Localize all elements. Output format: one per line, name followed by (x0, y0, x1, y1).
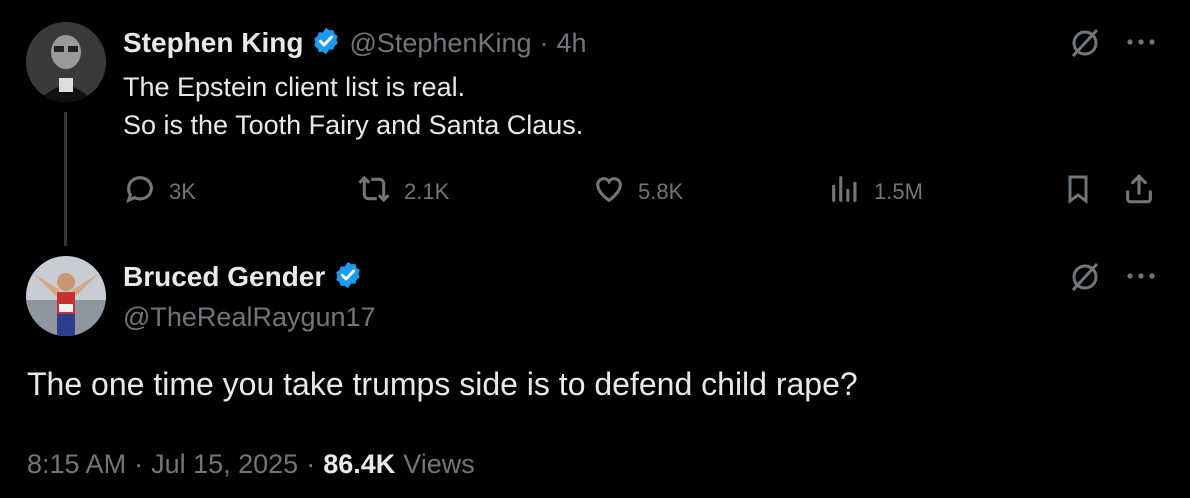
tweet-time[interactable]: 8:15 AM (27, 449, 126, 480)
parent-tweet-header: Stephen King @StephenKing · 4h (123, 24, 587, 62)
more-icon[interactable] (1124, 34, 1158, 55)
author-name[interactable]: Bruced Gender (123, 261, 325, 293)
like-count: 5.8K (638, 179, 684, 204)
thread-line (64, 112, 67, 246)
author-handle[interactable]: @TheRealRaygun17 (123, 302, 376, 333)
stephen-king-avatar[interactable] (26, 22, 106, 102)
views-count: 1.5M (874, 179, 923, 204)
main-tweet-header: Bruced Gender (123, 258, 363, 296)
more-icon[interactable] (1124, 268, 1158, 289)
main-tweet-text: The one time you take trumps side is to … (27, 366, 858, 402)
parent-tweet-text: The Epstein client list is real. So is t… (123, 68, 583, 144)
timestamp[interactable]: 4h (557, 28, 587, 59)
verified-badge-icon (311, 26, 341, 61)
separator: · (539, 27, 549, 58)
tweet-line: So is the Tooth Fairy and Santa Claus. (123, 110, 584, 140)
separator: · (134, 449, 144, 479)
like-button[interactable]: 5.8K (592, 172, 683, 212)
views-count: 86.4K (323, 449, 396, 479)
share-icon[interactable] (1122, 172, 1156, 206)
tweet-line: The Epstein client list is real. (123, 72, 466, 102)
views-label: Views (403, 449, 475, 479)
bruced-gender-avatar[interactable] (26, 256, 106, 336)
repost-button[interactable]: 2.1K (356, 172, 449, 212)
repost-count: 2.1K (404, 179, 450, 204)
author-name[interactable]: Stephen King (123, 27, 303, 59)
reply-count: 3K (169, 179, 196, 204)
bookmark-icon[interactable] (1062, 172, 1094, 206)
reply-button[interactable]: 3K (123, 172, 196, 212)
views-button[interactable]: 1.5M (828, 172, 923, 212)
repost-icon (356, 172, 392, 212)
author-handle[interactable]: @StephenKing (349, 28, 531, 59)
separator: · (306, 449, 316, 479)
views-icon (828, 172, 862, 212)
tweet-date[interactable]: Jul 15, 2025 (151, 449, 298, 480)
verified-badge-icon (333, 260, 363, 295)
tweet-meta: 8:15 AM · Jul 15, 2025 · 86.4K Views (27, 449, 475, 480)
grok-icon[interactable] (1068, 260, 1102, 299)
like-icon (592, 172, 626, 212)
reply-icon (123, 172, 157, 212)
grok-icon[interactable] (1068, 26, 1102, 65)
